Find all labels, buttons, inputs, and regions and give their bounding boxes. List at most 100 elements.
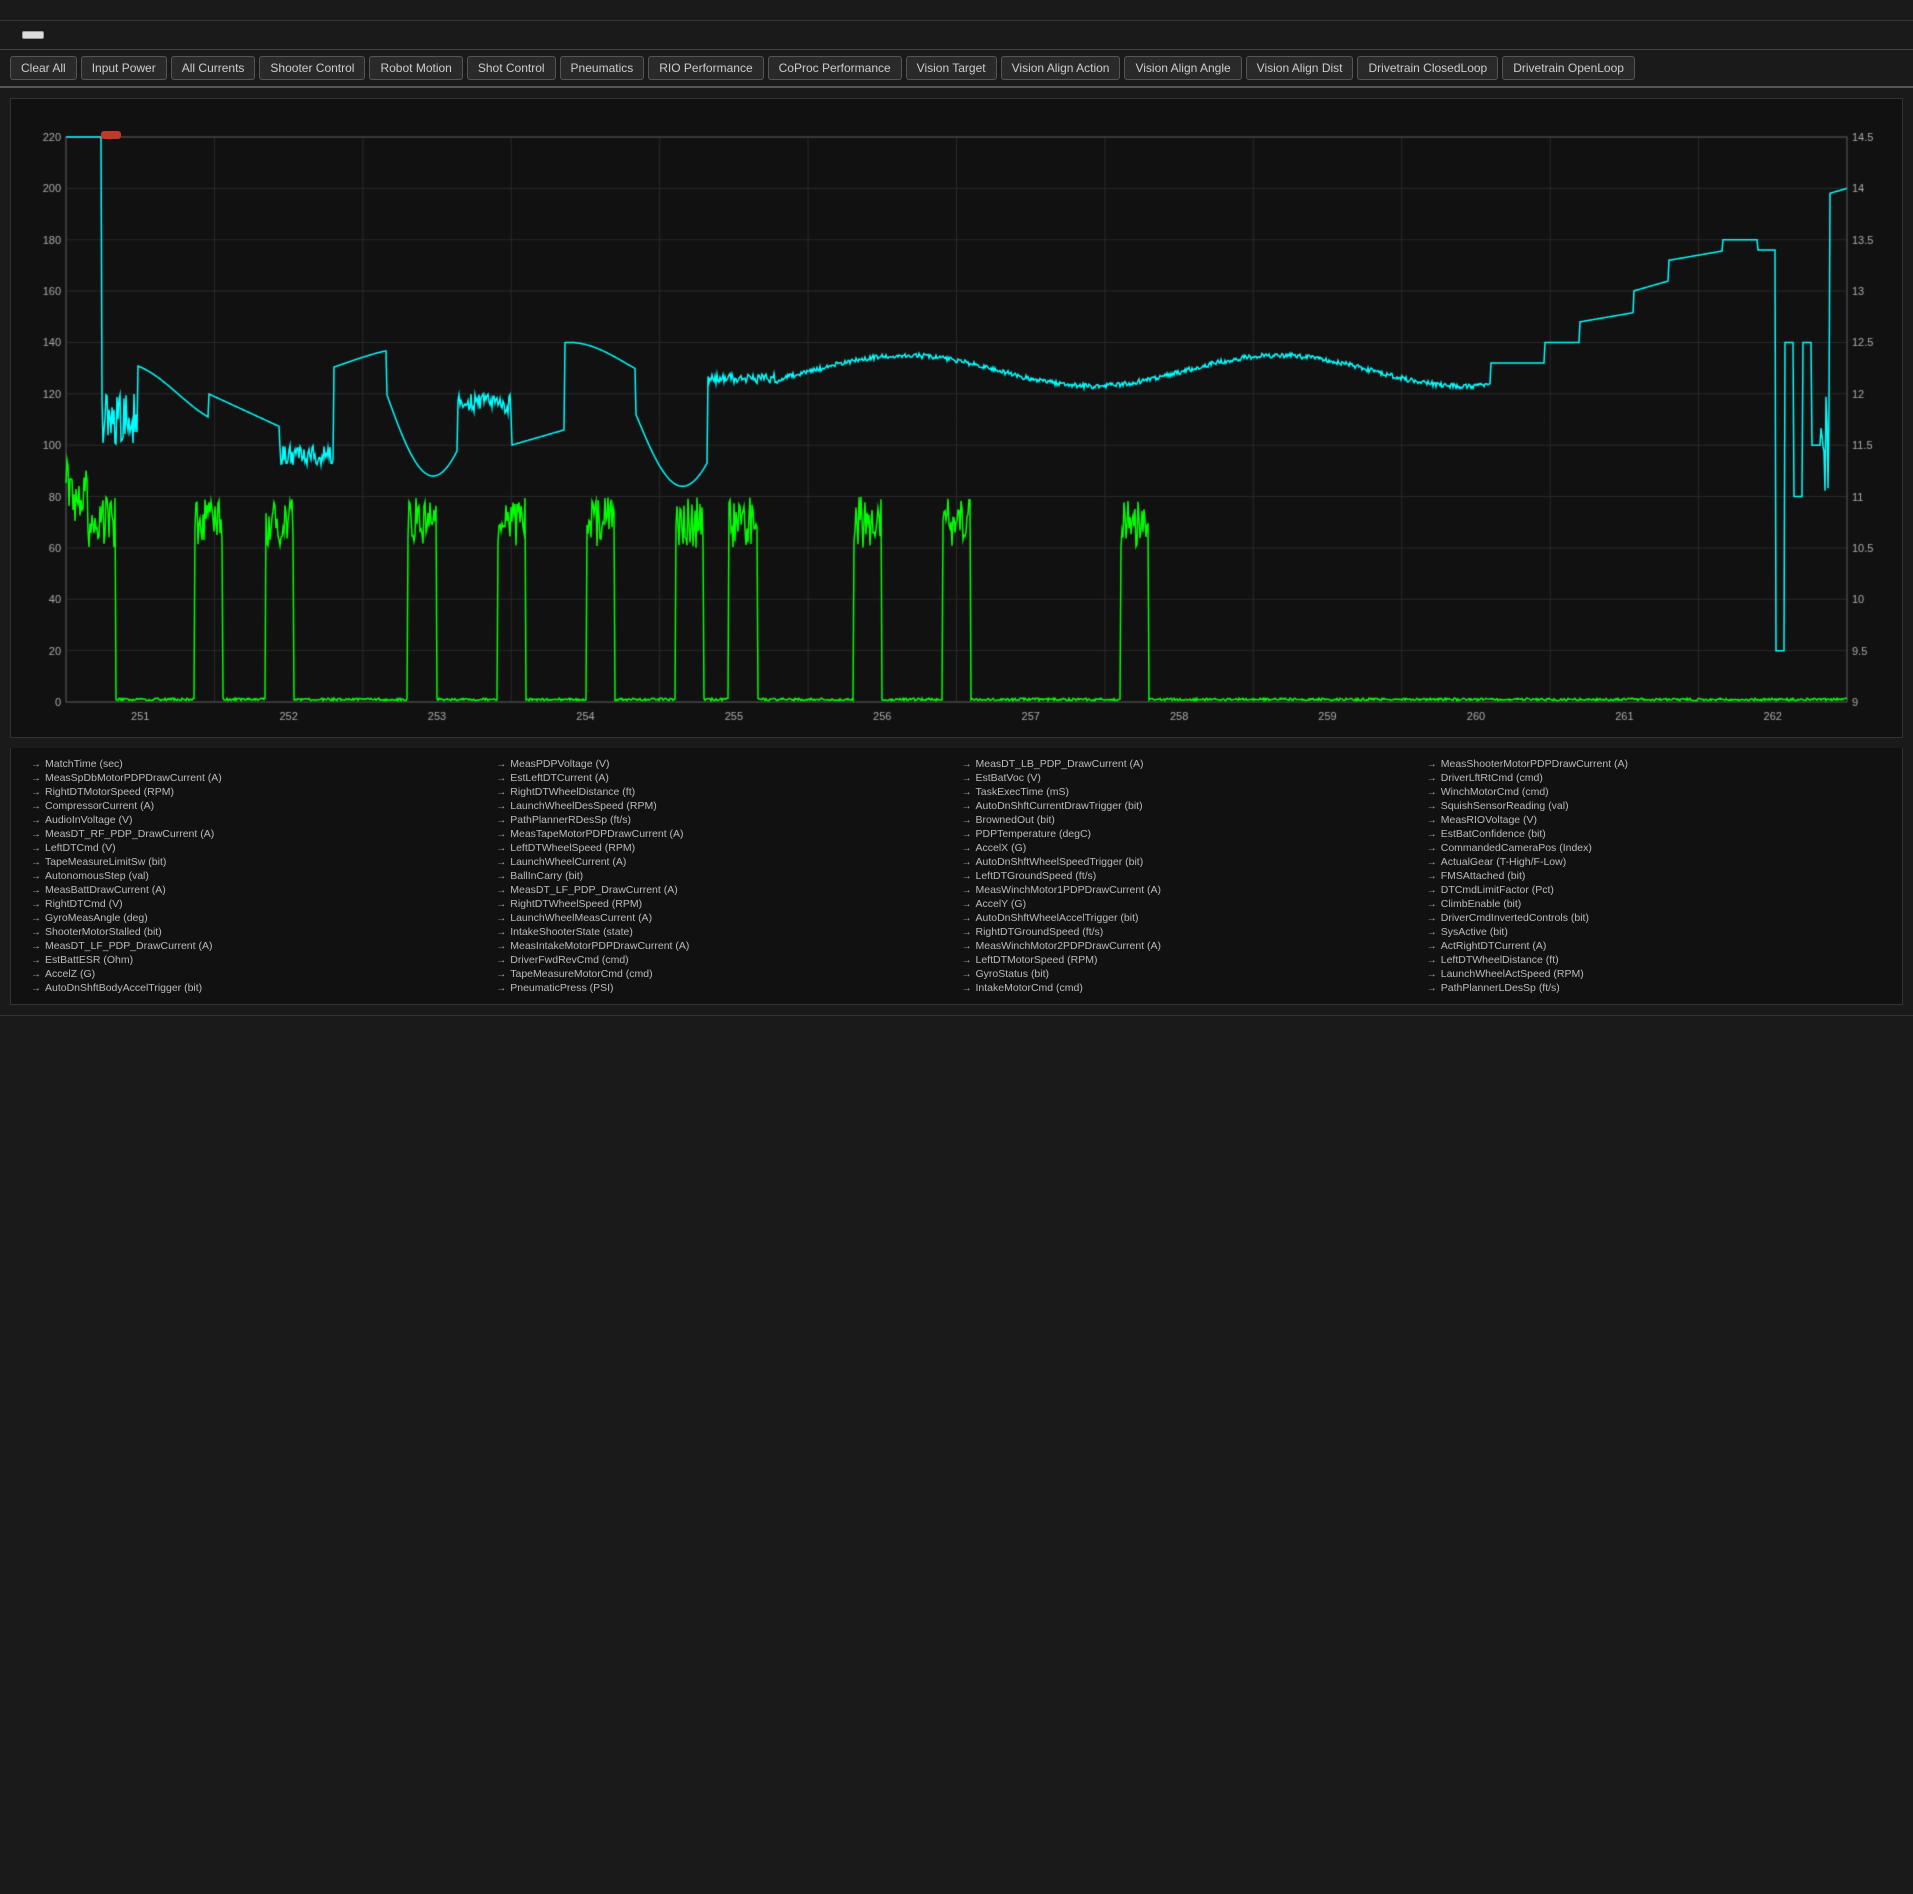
legend-arrow: → bbox=[962, 913, 972, 924]
legend-item: →AutoDnShftWheelAccelTrigger (bit) bbox=[962, 912, 1417, 924]
legend-arrow: → bbox=[31, 801, 41, 812]
toolbar-btn-vision-align-dist[interactable]: Vision Align Dist bbox=[1246, 56, 1354, 80]
toolbar-btn-rio-performance[interactable]: RIO Performance bbox=[648, 56, 763, 80]
legend-arrow: → bbox=[962, 773, 972, 784]
legend-arrow: → bbox=[1427, 871, 1437, 882]
legend-item: →MeasDT_LF_PDP_DrawCurrent (A) bbox=[31, 940, 486, 952]
legend-arrow: → bbox=[962, 871, 972, 882]
toolbar-btn-robot-motion[interactable]: Robot Motion bbox=[369, 56, 462, 80]
legend-item: →AccelZ (G) bbox=[31, 968, 486, 980]
legend-item: →SysActive (bit) bbox=[1427, 926, 1882, 938]
toolbar-btn-input-power[interactable]: Input Power bbox=[81, 56, 167, 80]
legend-item: →LeftDTCmd (V) bbox=[31, 842, 486, 854]
legend-arrow: → bbox=[31, 913, 41, 924]
toolbar-btn-coproc-performance[interactable]: CoProc Performance bbox=[768, 56, 902, 80]
legend-arrow: → bbox=[962, 759, 972, 770]
legend-arrow: → bbox=[1427, 885, 1437, 896]
legend-arrow: → bbox=[31, 885, 41, 896]
legend-item: →PathPlannerRDesSp (ft/s) bbox=[496, 814, 951, 826]
legend-arrow: → bbox=[962, 941, 972, 952]
legend-item: →LeftDTWheelSpeed (RPM) bbox=[496, 842, 951, 854]
toolbar-btn-drivetrain-openloop[interactable]: Drivetrain OpenLoop bbox=[1502, 56, 1635, 80]
reset-zoom-button[interactable] bbox=[101, 131, 121, 139]
choose-file-button[interactable] bbox=[22, 31, 44, 39]
legend-item: →MeasDT_LB_PDP_DrawCurrent (A) bbox=[962, 758, 1417, 770]
legend-item: →MeasWinchMotor1PDPDrawCurrent (A) bbox=[962, 884, 1417, 896]
legend-item: →RightDTCmd (V) bbox=[31, 898, 486, 910]
legend-arrow: → bbox=[1427, 801, 1437, 812]
legend-item: →LaunchWheelMeasCurrent (A) bbox=[496, 912, 951, 924]
legend-item: →MeasIntakeMotorPDPDrawCurrent (A) bbox=[496, 940, 951, 952]
legend-item: →EstLeftDTCurrent (A) bbox=[496, 772, 951, 784]
legend-arrow: → bbox=[962, 969, 972, 980]
legend-arrow: → bbox=[31, 787, 41, 798]
legend-arrow: → bbox=[496, 927, 506, 938]
legend-item: →GyroMeasAngle (deg) bbox=[31, 912, 486, 924]
toolbar-btn-pneumatics[interactable]: Pneumatics bbox=[560, 56, 645, 80]
legend-item: →WinchMotorCmd (cmd) bbox=[1427, 786, 1882, 798]
legend-arrow: → bbox=[962, 983, 972, 994]
toolbar-btn-all-currents[interactable]: All Currents bbox=[171, 56, 256, 80]
legend-item: →TapeMeasureMotorCmd (cmd) bbox=[496, 968, 951, 980]
legend-arrow: → bbox=[31, 955, 41, 966]
toolbar-btn-clear-all[interactable]: Clear All bbox=[10, 56, 77, 80]
legend-arrow: → bbox=[1427, 955, 1437, 966]
legend-item: →AutonomousStep (val) bbox=[31, 870, 486, 882]
toolbar-btn-shot-control[interactable]: Shot Control bbox=[467, 56, 556, 80]
legend-item: →MeasDT_LF_PDP_DrawCurrent (A) bbox=[496, 884, 951, 896]
toolbar-btn-shooter-control[interactable]: Shooter Control bbox=[259, 56, 365, 80]
file-row bbox=[0, 21, 1913, 50]
toolbar-btn-vision-target[interactable]: Vision Target bbox=[906, 56, 997, 80]
legend-arrow: → bbox=[496, 899, 506, 910]
legend-arrow: → bbox=[496, 773, 506, 784]
legend-item: →MeasPDPVoltage (V) bbox=[496, 758, 951, 770]
legend-arrow: → bbox=[962, 801, 972, 812]
legend-item: →DTCmdLimitFactor (Pct) bbox=[1427, 884, 1882, 896]
legend-item: →AccelX (G) bbox=[962, 842, 1417, 854]
legend-item: →RightDTWheelSpeed (RPM) bbox=[496, 898, 951, 910]
legend-arrow: → bbox=[1427, 899, 1437, 910]
legend-arrow: → bbox=[962, 843, 972, 854]
legend-arrow: → bbox=[31, 871, 41, 882]
legend-item: →DriverCmdInvertedControls (bit) bbox=[1427, 912, 1882, 924]
legend-item: →TapeMeasureLimitSw (bit) bbox=[31, 856, 486, 868]
toolbar-btn-vision-align-angle[interactable]: Vision Align Angle bbox=[1124, 56, 1241, 80]
legend-item: →MeasSpDbMotorPDPDrawCurrent (A) bbox=[31, 772, 486, 784]
legend-arrow: → bbox=[31, 927, 41, 938]
legend-arrow: → bbox=[962, 927, 972, 938]
legend-arrow: → bbox=[496, 843, 506, 854]
legend-item: →LeftDTWheelDistance (ft) bbox=[1427, 954, 1882, 966]
legend-area: →MatchTime (sec)→MeasPDPVoltage (V)→Meas… bbox=[10, 748, 1903, 1005]
legend-item: →DriverFwdRevCmd (cmd) bbox=[496, 954, 951, 966]
legend-item: →CompressorCurrent (A) bbox=[31, 800, 486, 812]
legend-item: →FMSAttached (bit) bbox=[1427, 870, 1882, 882]
legend-item: →LeftDTMotorSpeed (RPM) bbox=[962, 954, 1417, 966]
legend-arrow: → bbox=[1427, 927, 1437, 938]
legend-arrow: → bbox=[496, 885, 506, 896]
legend-item: →IntakeMotorCmd (cmd) bbox=[962, 982, 1417, 994]
legend-arrow: → bbox=[496, 815, 506, 826]
toolbar-btn-drivetrain-closedloop[interactable]: Drivetrain ClosedLoop bbox=[1357, 56, 1498, 80]
legend-item: →LaunchWheelActSpeed (RPM) bbox=[1427, 968, 1882, 980]
legend-item: →AutoDnShftWheelSpeedTrigger (bit) bbox=[962, 856, 1417, 868]
legend-item: →AutoDnShftBodyAccelTrigger (bit) bbox=[31, 982, 486, 994]
legend-item: →RightDTMotorSpeed (RPM) bbox=[31, 786, 486, 798]
toolbar-btn-vision-align-action[interactable]: Vision Align Action bbox=[1001, 56, 1121, 80]
chart-area: 220200180160140120100806040200 14.51413.… bbox=[10, 98, 1903, 738]
chart-title bbox=[11, 99, 1902, 107]
legend-item: →MeasRIOVoltage (V) bbox=[1427, 814, 1882, 826]
legend-item: →PathPlannerLDesSp (ft/s) bbox=[1427, 982, 1882, 994]
legend-arrow: → bbox=[1427, 759, 1437, 770]
legend-arrow: → bbox=[496, 871, 506, 882]
legend-item: →TaskExecTime (mS) bbox=[962, 786, 1417, 798]
legend-arrow: → bbox=[31, 773, 41, 784]
legend-item: →RightDTWheelDistance (ft) bbox=[496, 786, 951, 798]
legend-arrow: → bbox=[496, 829, 506, 840]
legend-arrow: → bbox=[962, 829, 972, 840]
legend-arrow: → bbox=[496, 857, 506, 868]
legend-arrow: → bbox=[496, 913, 506, 924]
toolbar: Clear AllInput PowerAll CurrentsShooter … bbox=[0, 50, 1913, 88]
footer bbox=[0, 1015, 1913, 1036]
legend-item: →IntakeShooterState (state) bbox=[496, 926, 951, 938]
legend-item: →RightDTGroundSpeed (ft/s) bbox=[962, 926, 1417, 938]
